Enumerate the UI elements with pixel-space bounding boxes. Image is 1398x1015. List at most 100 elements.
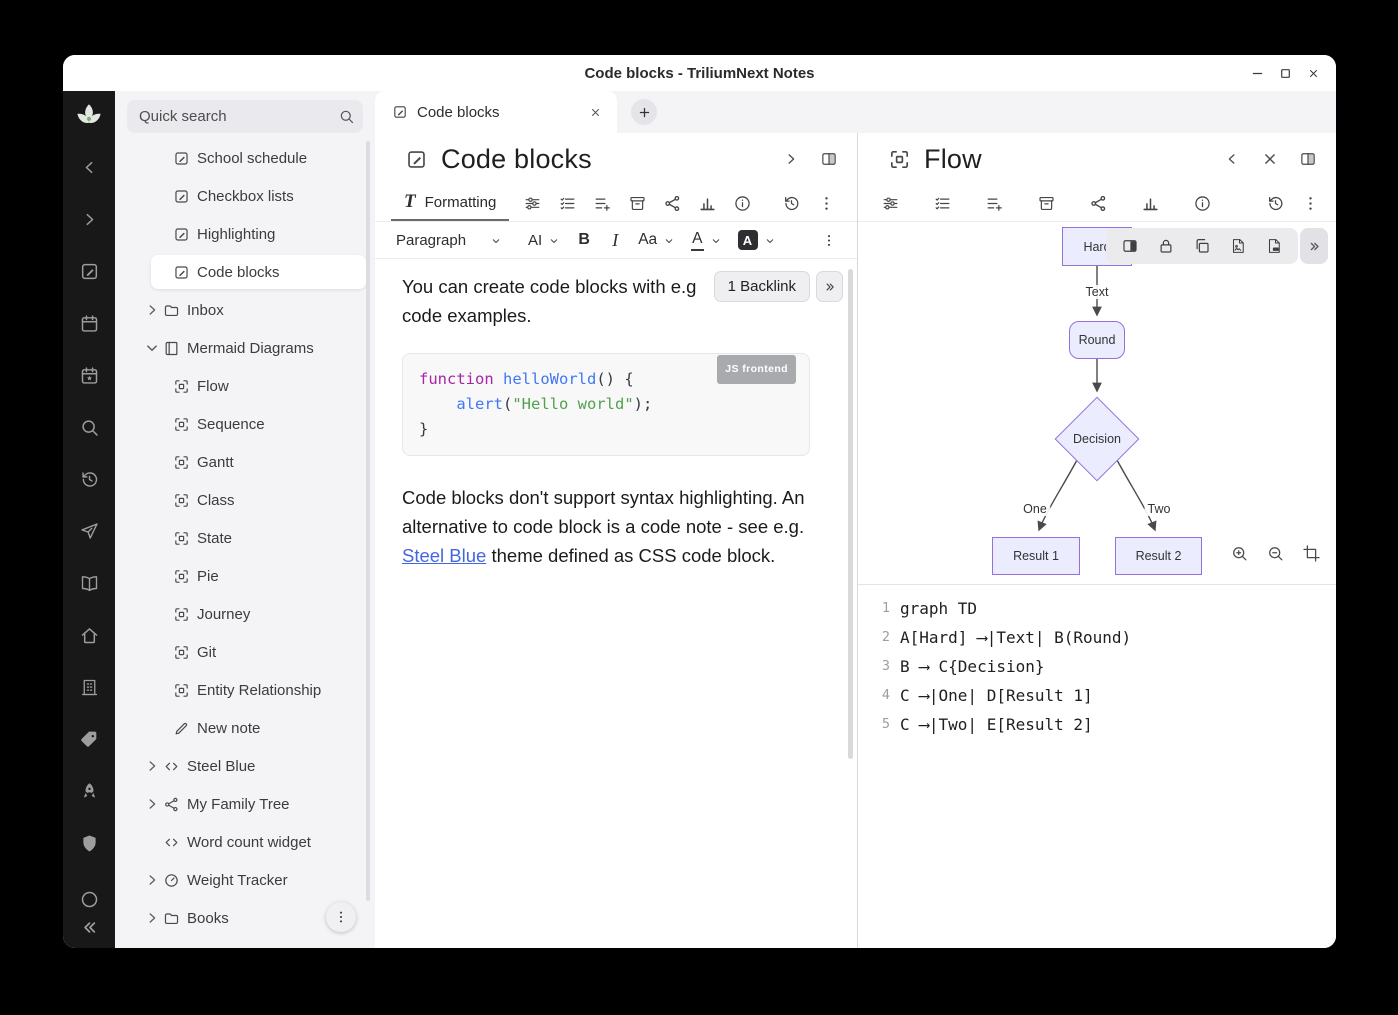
background-color-dropdown[interactable]: A — [731, 226, 783, 255]
tree-expand-right-icon[interactable] — [141, 871, 163, 889]
tree-more-button[interactable] — [326, 902, 356, 932]
tree-item-state[interactable]: State — [115, 519, 375, 557]
toolbar-more-button[interactable] — [814, 226, 844, 255]
tree-item-pie[interactable]: Pie — [115, 557, 375, 595]
source-line[interactable]: 5C ⟶|Two| E[Result 2] — [872, 710, 1336, 739]
launcher-note-button[interactable] — [71, 253, 107, 289]
new-tab-button[interactable] — [631, 99, 657, 125]
launcher-send-button[interactable] — [71, 513, 107, 549]
mermaid-source-editor[interactable]: 1graph TD2A[Hard] ⟶|Text| B(Round)3B ⟶ C… — [858, 585, 1336, 948]
paragraph-style-dropdown[interactable]: Paragraph — [389, 226, 509, 255]
zoom-out-button[interactable] — [1264, 542, 1286, 564]
launcher-chevron-left-button[interactable] — [71, 149, 107, 185]
launcher-calendar-button[interactable] — [71, 305, 107, 341]
backlink-expand-button[interactable] — [816, 271, 843, 302]
close-window-button[interactable] — [1307, 67, 1320, 80]
reset-zoom-button[interactable] — [1300, 542, 1322, 564]
sliders-button[interactable] — [515, 188, 550, 218]
tree-item-statistics[interactable]: Statistics — [115, 937, 375, 948]
launcher-history-button[interactable] — [71, 461, 107, 497]
quick-search-input[interactable] — [139, 108, 338, 125]
tree-item-sequence[interactable]: Sequence — [115, 405, 375, 443]
list-check-button[interactable] — [550, 188, 585, 218]
export-svg-button[interactable] — [1258, 231, 1290, 261]
italic-button[interactable]: I — [601, 226, 629, 255]
split-view-button[interactable] — [814, 144, 844, 174]
tree-item-code-blocks[interactable]: Code blocks — [115, 253, 375, 291]
tree-item-journey[interactable]: Journey — [115, 595, 375, 633]
ribbon-tab-formatting[interactable]: T Formatting — [391, 185, 509, 221]
tree-item-weight-tracker[interactable]: Weight Tracker — [115, 861, 375, 899]
launcher-shield-button[interactable] — [71, 825, 107, 861]
tree-item-school-schedule[interactable]: School schedule — [115, 139, 375, 177]
sliders-button[interactable] — [864, 188, 916, 218]
bold-button[interactable]: B — [569, 226, 599, 255]
share-button[interactable] — [655, 188, 690, 218]
bar-chart-button[interactable] — [690, 188, 725, 218]
toolbar-expand-button[interactable] — [1300, 228, 1328, 264]
launcher-chevron-right-button[interactable] — [71, 201, 107, 237]
source-line[interactable]: 1graph TD — [872, 594, 1336, 623]
tree-expand-down-icon[interactable] — [141, 339, 163, 357]
launcher-search-button[interactable] — [71, 409, 107, 445]
launcher-chevrons-left-button[interactable] — [71, 914, 107, 940]
share-button[interactable] — [1072, 188, 1124, 218]
tree-item-git[interactable]: Git — [115, 633, 375, 671]
tree-item-highlighting[interactable]: Highlighting — [115, 215, 375, 253]
tree-item-flow[interactable]: Flow — [115, 367, 375, 405]
tree-expand-right-icon[interactable] — [141, 947, 163, 948]
tree-expand-right-icon[interactable] — [141, 909, 163, 927]
archive-button[interactable] — [1020, 188, 1072, 218]
tree-item-my-family-tree[interactable]: My Family Tree — [115, 785, 375, 823]
tab-close-button[interactable] — [583, 100, 607, 124]
list-check-button[interactable] — [916, 188, 968, 218]
note-editor[interactable]: 1 Backlink You can create code blocks wi… — [375, 259, 857, 948]
tree-item-class[interactable]: Class — [115, 481, 375, 519]
launcher-rocket-button[interactable] — [71, 773, 107, 809]
close-pane-button[interactable] — [1255, 144, 1285, 174]
tree-item-new-note[interactable]: New note — [115, 709, 375, 747]
collapse-pane-button[interactable] — [1217, 144, 1247, 174]
source-line[interactable]: 3B ⟶ C{Decision} — [872, 652, 1336, 681]
lock-button[interactable] — [1150, 231, 1182, 261]
tree-item-mermaid-diagrams[interactable]: Mermaid Diagrams — [115, 329, 375, 367]
maximize-button[interactable] — [1279, 67, 1292, 80]
tree-expand-right-icon[interactable] — [141, 301, 163, 319]
kebab-button[interactable] — [809, 188, 844, 218]
tree-item-word-count-widget[interactable]: Word count widget — [115, 823, 375, 861]
bar-chart-button[interactable] — [1124, 188, 1176, 218]
quick-search[interactable] — [127, 100, 363, 133]
note-title[interactable]: Flow — [924, 144, 982, 175]
panel-toggle-button[interactable] — [1114, 231, 1146, 261]
minimize-button[interactable] — [1251, 67, 1264, 80]
source-line[interactable]: 2A[Hard] ⟶|Text| B(Round) — [872, 623, 1336, 652]
history-button[interactable] — [1258, 188, 1293, 218]
expand-pane-button[interactable] — [776, 144, 806, 174]
tree-expand-right-icon[interactable] — [141, 757, 163, 775]
info-button[interactable] — [725, 188, 760, 218]
info-button[interactable] — [1176, 188, 1228, 218]
editor-scrollbar[interactable] — [848, 269, 853, 759]
history-button[interactable] — [774, 188, 809, 218]
tree-item-steel-blue[interactable]: Steel Blue — [115, 747, 375, 785]
tree-scrollbar[interactable] — [366, 141, 370, 901]
archive-button[interactable] — [620, 188, 655, 218]
tree-item-inbox[interactable]: Inbox — [115, 291, 375, 329]
source-line[interactable]: 4C ⟶|One| D[Result 1] — [872, 681, 1336, 710]
launcher-circle-button[interactable] — [71, 886, 107, 912]
tree-item-gantt[interactable]: Gantt — [115, 443, 375, 481]
copy-image-button[interactable] — [1186, 231, 1218, 261]
launcher-home-button[interactable] — [71, 617, 107, 653]
font-color-dropdown[interactable]: A — [684, 226, 728, 255]
tree-item-entity-relationship[interactable]: Entity Relationship — [115, 671, 375, 709]
tree-item-checkbox-lists[interactable]: Checkbox lists — [115, 177, 375, 215]
tab-code-blocks[interactable]: Code blocks — [375, 91, 617, 133]
kebab-button[interactable] — [1293, 188, 1328, 218]
note-title[interactable]: Code blocks — [441, 144, 592, 175]
zoom-in-button[interactable] — [1228, 542, 1250, 564]
launcher-building-button[interactable] — [71, 669, 107, 705]
launcher-book-open-button[interactable] — [71, 565, 107, 601]
backlink-count-button[interactable]: 1 Backlink — [714, 271, 810, 302]
font-size-dropdown[interactable]: Aa — [631, 226, 682, 255]
steel-blue-link[interactable]: Steel Blue — [402, 545, 486, 566]
